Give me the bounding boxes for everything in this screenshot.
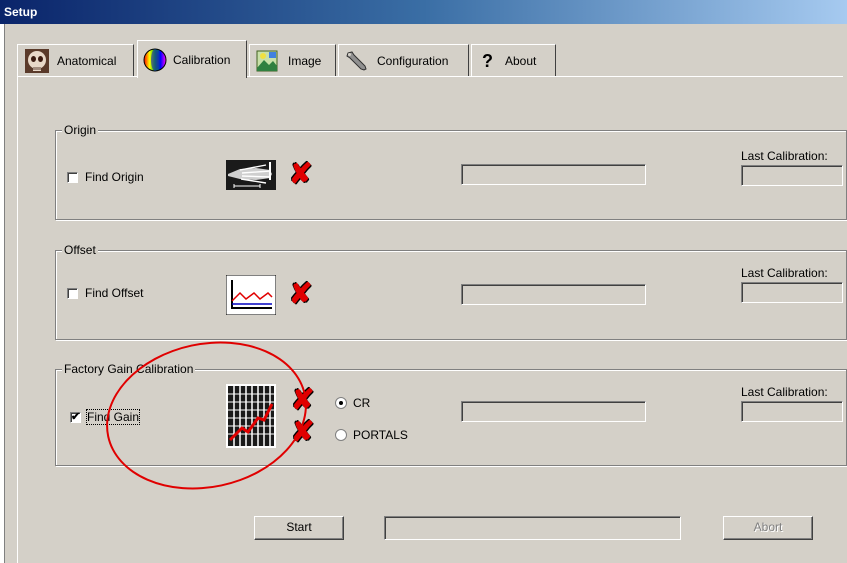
offset-status-x-icon: ✘ [289, 278, 313, 309]
origin-progress-bar [461, 164, 646, 185]
hand-xray-icon [226, 160, 276, 190]
title-bar: Setup [0, 0, 847, 24]
find-origin-label: Find Origin [85, 170, 144, 184]
cr-radio[interactable] [335, 397, 347, 409]
question-mark-icon: ? [482, 50, 493, 71]
origin-last-calibration-label: Last Calibration: [741, 149, 828, 163]
tab-about-label: About [505, 53, 537, 68]
window-border [4, 24, 5, 563]
origin-legend: Origin [62, 123, 99, 137]
tab-calibration[interactable]: Calibration [137, 40, 247, 78]
abort-button[interactable]: Abort [723, 516, 813, 540]
gain-progress-bar [461, 401, 646, 422]
cr-radio-label: CR [353, 396, 371, 410]
offset-progress-bar [461, 284, 646, 305]
find-offset-checkbox[interactable] [67, 288, 78, 299]
gain-last-calibration-label: Last Calibration: [741, 385, 828, 399]
image-icon [256, 50, 278, 71]
find-origin-checkbox[interactable] [67, 172, 78, 183]
tab-anatomical[interactable]: Anatomical [17, 44, 134, 76]
origin-last-calibration-field [741, 165, 843, 186]
tab-calibration-label: Calibration [173, 52, 231, 67]
tab-configuration[interactable]: Configuration [338, 44, 469, 76]
wrench-icon [346, 50, 367, 71]
color-wheel-icon [143, 48, 167, 71]
tab-configuration-label: Configuration [377, 53, 449, 68]
portals-radio[interactable] [335, 429, 347, 441]
origin-group: Origin [55, 123, 847, 220]
overall-progress-bar [384, 516, 681, 540]
offset-group: Offset [55, 243, 847, 340]
window-title: Setup [4, 5, 38, 19]
tab-anatomical-label: Anatomical [57, 53, 117, 68]
start-button[interactable]: Start [254, 516, 344, 540]
offset-legend: Offset [62, 243, 98, 257]
tab-image-label: Image [288, 53, 322, 68]
offset-graph-icon [226, 275, 276, 315]
portals-radio-label: PORTALS [353, 428, 408, 442]
offset-last-calibration-label: Last Calibration: [741, 266, 828, 280]
find-gain-checkbox[interactable]: ✔ [70, 412, 81, 423]
offset-last-calibration-field [741, 282, 843, 303]
tab-about[interactable]: ? About [471, 44, 556, 76]
origin-status-x-icon: ✘ [289, 158, 313, 189]
gain-last-calibration-field [741, 401, 843, 422]
skull-icon [25, 48, 49, 73]
tab-image[interactable]: Image [249, 44, 336, 76]
find-offset-label: Find Offset [85, 286, 144, 300]
